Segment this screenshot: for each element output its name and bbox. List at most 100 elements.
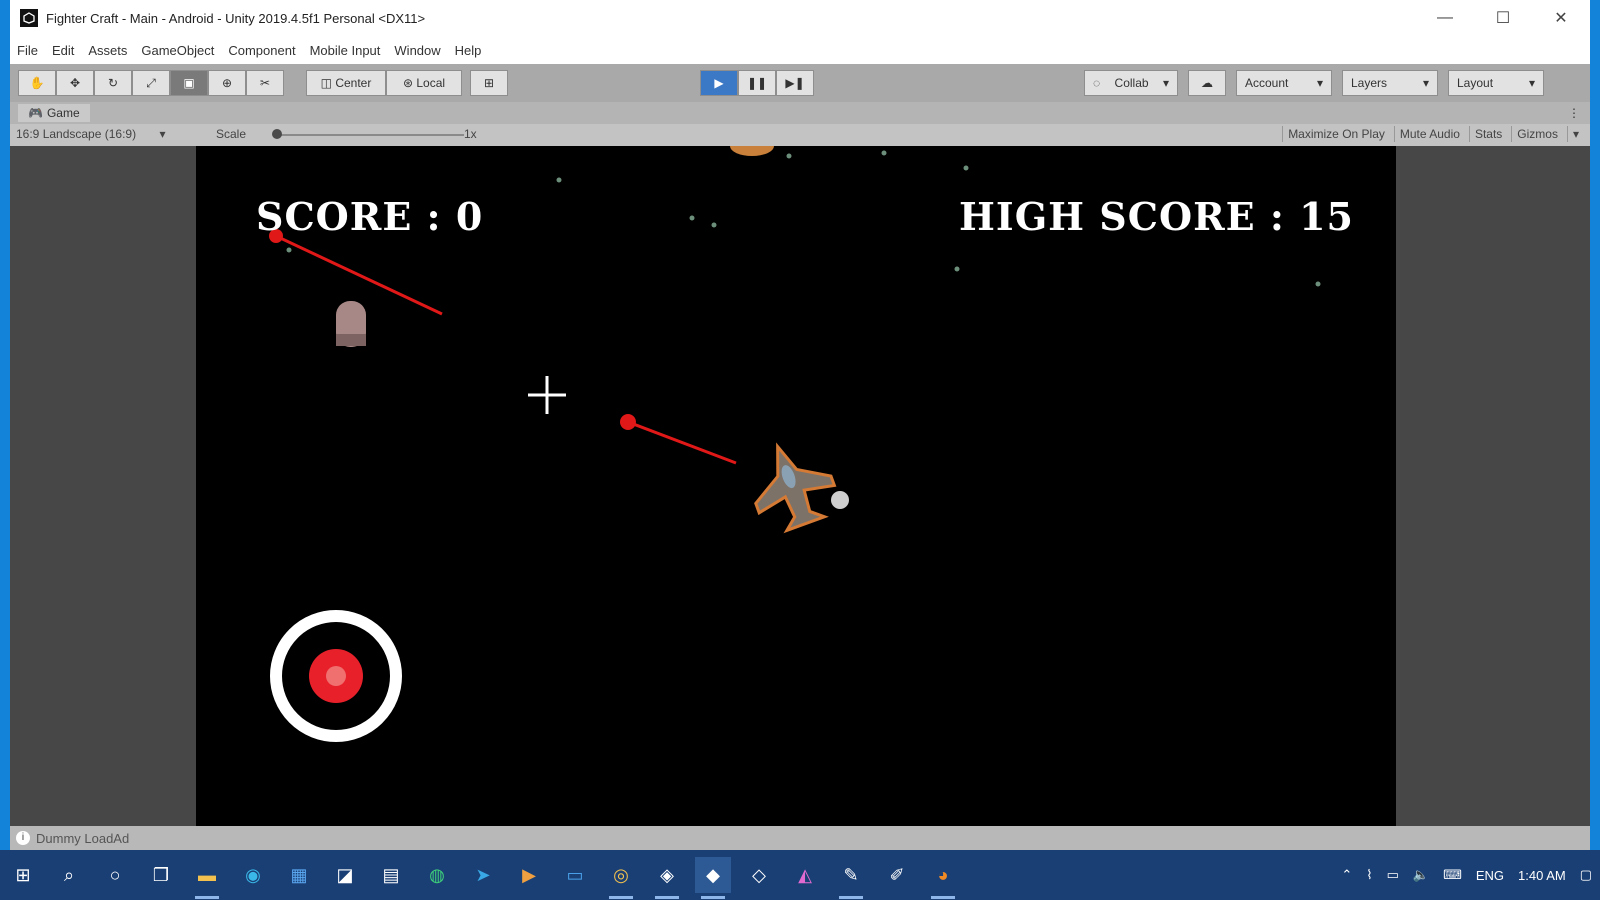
step-icon: ▶❚ bbox=[785, 76, 805, 90]
fighter-jet-sprite bbox=[754, 442, 837, 534]
menu-mobile-input[interactable]: Mobile Input bbox=[303, 43, 388, 58]
aspect-dropdown[interactable]: 16:9 Landscape (16:9) ▾ bbox=[16, 127, 165, 141]
file-explorer-icon[interactable]: ▬ bbox=[189, 857, 225, 899]
chevron-down-icon[interactable]: ▾ bbox=[1566, 126, 1584, 142]
scale-tool-button[interactable]: ⤢ bbox=[132, 70, 170, 96]
layers-label: Layers bbox=[1351, 76, 1388, 90]
play-button[interactable]: ▶ bbox=[700, 70, 738, 96]
menu-gameobject[interactable]: GameObject bbox=[134, 43, 221, 58]
step-button[interactable]: ▶❚ bbox=[776, 70, 814, 96]
pause-button[interactable]: ❚❚ bbox=[738, 70, 776, 96]
chevron-down-icon: ▾ bbox=[1422, 76, 1429, 90]
local-icon: ⊛ bbox=[402, 76, 414, 90]
battery-icon[interactable]: ▭ bbox=[1387, 867, 1399, 883]
maximize-on-play-toggle[interactable]: Maximize On Play bbox=[1282, 126, 1390, 142]
volume-icon[interactable]: 🔈 bbox=[1413, 867, 1429, 883]
tab-game[interactable]: 🎮 Game bbox=[18, 104, 90, 122]
laser-beam bbox=[620, 414, 737, 465]
status-bar: i Dummy LoadAd bbox=[10, 826, 1590, 850]
gitkraken-icon[interactable]: ◍ bbox=[419, 857, 455, 893]
panel-menu-icon[interactable]: ⋮ bbox=[1568, 106, 1580, 120]
layers-dropdown[interactable]: Layers ▾ bbox=[1342, 70, 1438, 96]
language-indicator[interactable]: ENG bbox=[1476, 868, 1504, 883]
move-tool-button[interactable]: ✥ bbox=[56, 70, 94, 96]
notification-icon[interactable]: ▢ bbox=[1580, 867, 1592, 883]
stats-toggle[interactable]: Stats bbox=[1468, 126, 1507, 142]
unity-window: Fighter Craft - Main - Android - Unity 2… bbox=[10, 0, 1590, 850]
chevron-up-icon[interactable]: ⌃ bbox=[1341, 867, 1352, 883]
windows-start-icon[interactable]: ⊞ bbox=[5, 857, 41, 893]
cloud-button[interactable]: ☁ bbox=[1188, 70, 1226, 96]
menu-component[interactable]: Component bbox=[221, 43, 302, 58]
menu-file[interactable]: File bbox=[10, 43, 45, 58]
window-title: Fighter Craft - Main - Android - Unity 2… bbox=[46, 10, 426, 26]
snap-button[interactable]: ⊞ bbox=[470, 70, 508, 96]
color-picker-icon[interactable]: ◭ bbox=[787, 857, 823, 893]
scale-slider-thumb[interactable] bbox=[272, 129, 282, 139]
transform-tool-button[interactable]: ⊕ bbox=[208, 70, 246, 96]
cloud-icon: ☁ bbox=[1201, 76, 1213, 90]
scale-slider-track[interactable] bbox=[274, 134, 464, 136]
fire-button[interactable] bbox=[270, 610, 402, 742]
account-dropdown[interactable]: Account ▾ bbox=[1236, 70, 1332, 96]
chrome-icon[interactable]: ◎ bbox=[603, 857, 639, 899]
hand-tool-button[interactable]: ✋ bbox=[18, 70, 56, 96]
close-button[interactable]: ✕ bbox=[1532, 0, 1590, 36]
title-bar: Fighter Craft - Main - Android - Unity 2… bbox=[10, 0, 1590, 36]
blender-icon[interactable]: ◕ bbox=[925, 857, 961, 899]
maximize-button[interactable]: ☐ bbox=[1474, 0, 1532, 36]
pivot-label: Center bbox=[335, 76, 372, 90]
chevron-down-icon: ▾ bbox=[159, 127, 166, 141]
menu-window[interactable]: Window bbox=[387, 43, 447, 58]
pivot-icon: ◫ bbox=[320, 76, 332, 90]
pivot-space-button[interactable]: ⊛ Local bbox=[386, 70, 462, 96]
menu-bar: File Edit Assets GameObject Component Mo… bbox=[10, 36, 1590, 64]
telegram-icon[interactable]: ➤ bbox=[465, 857, 501, 893]
gizmos-dropdown[interactable]: Gizmos bbox=[1511, 126, 1563, 142]
status-message: Dummy LoadAd bbox=[36, 830, 130, 846]
menu-edit[interactable]: Edit bbox=[45, 43, 81, 58]
clock[interactable]: 1:40 AM bbox=[1518, 868, 1566, 883]
rect-tool-button[interactable]: ▣ bbox=[170, 70, 208, 96]
move-icon: ✥ bbox=[69, 76, 81, 90]
windows-taskbar: ⊞ ⌕ ○ ❐ ▬ ◉ ▦ ◪ ▤ ◍ ➤ ▶ ▭ ◎ ◈ ◆ ◇ ◭ ✎ ✐ … bbox=[0, 850, 1600, 900]
mute-audio-toggle[interactable]: Mute Audio bbox=[1393, 126, 1465, 142]
keyboard-icon[interactable]: ⌨ bbox=[1443, 867, 1462, 883]
pause-icon: ❚❚ bbox=[746, 76, 768, 90]
unity-dark-icon[interactable]: ◇ bbox=[741, 857, 777, 893]
minimize-button[interactable]: — bbox=[1416, 0, 1474, 36]
snap-icon: ⊞ bbox=[483, 76, 495, 90]
laser-beam bbox=[269, 229, 443, 316]
video-icon[interactable]: ▶ bbox=[511, 857, 547, 893]
exhaust-puff bbox=[831, 491, 849, 509]
layout-dropdown[interactable]: Layout ▾ bbox=[1448, 70, 1544, 96]
game-viewport[interactable]: SCORE : 0 HIGH SCORE : 15 bbox=[196, 146, 1396, 826]
cortana-icon[interactable]: ○ bbox=[97, 857, 133, 893]
remote-desktop-icon[interactable]: ▭ bbox=[557, 857, 593, 893]
paint-icon[interactable]: ✎ bbox=[833, 857, 869, 899]
task-view-icon[interactable]: ❐ bbox=[143, 857, 179, 893]
chevron-down-icon: ▾ bbox=[1316, 76, 1323, 90]
search-icon[interactable]: ⌕ bbox=[51, 857, 87, 893]
unity-hub-icon[interactable]: ◈ bbox=[649, 857, 685, 899]
space-label: Local bbox=[416, 76, 446, 90]
collab-dropdown[interactable]: ◌ Collab ▾ bbox=[1084, 70, 1178, 96]
pivot-center-button[interactable]: ◫ Center bbox=[306, 70, 386, 96]
main-toolbar: ✋ ✥ ↻ ⤢ ▣ ⊕ ✂ ◫ Center ⊛ Local ⊞ ▶ ❚❚ ▶❚… bbox=[10, 64, 1590, 102]
chevron-down-icon: ▾ bbox=[1528, 76, 1535, 90]
network-icon[interactable]: ⌇ bbox=[1366, 867, 1372, 883]
custom-tool-button[interactable]: ✂ bbox=[246, 70, 284, 96]
store-icon[interactable]: ▦ bbox=[281, 857, 317, 893]
shopping-bag-icon[interactable]: ◪ bbox=[327, 857, 363, 893]
unity-logo-icon bbox=[20, 9, 38, 27]
menu-assets[interactable]: Assets bbox=[81, 43, 134, 58]
pen-icon[interactable]: ✐ bbox=[879, 857, 915, 893]
bullet-sprite bbox=[336, 301, 366, 347]
transform-icon: ⊕ bbox=[221, 76, 233, 90]
asteroid bbox=[730, 146, 774, 156]
rotate-tool-button[interactable]: ↻ bbox=[94, 70, 132, 96]
edge-icon[interactable]: ◉ bbox=[235, 857, 271, 893]
unity-icon[interactable]: ◆ bbox=[695, 857, 731, 899]
menu-help[interactable]: Help bbox=[448, 43, 489, 58]
notepad-icon[interactable]: ▤ bbox=[373, 857, 409, 893]
